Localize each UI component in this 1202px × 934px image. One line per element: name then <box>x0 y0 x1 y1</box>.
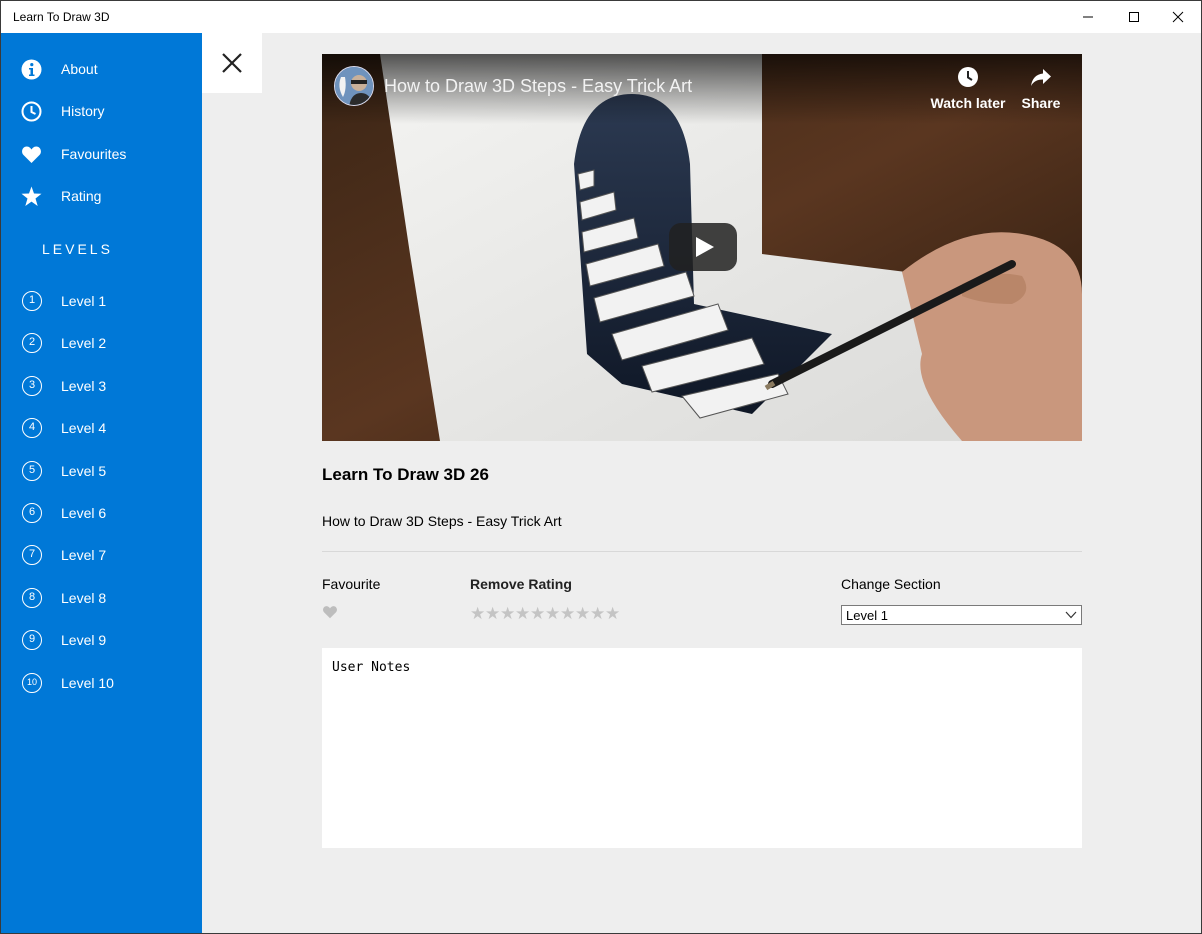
section-select[interactable]: Level 1 <box>841 605 1082 625</box>
clock-icon <box>958 67 978 87</box>
chevron-down-icon <box>1065 611 1077 619</box>
remove-rating-button[interactable]: Remove Rating <box>470 576 572 592</box>
sidebar-item-level-7[interactable]: 7 Level 7 <box>1 537 202 573</box>
minimize-icon <box>1083 16 1093 18</box>
maximize-icon <box>1129 12 1139 22</box>
star-icon[interactable]: ★ <box>515 604 530 624</box>
levels-heading: LEVELS <box>42 241 113 257</box>
level-label: Level 3 <box>61 378 107 394</box>
level-label: Level 6 <box>61 505 107 521</box>
sidebar-item-history[interactable]: History <box>1 91 202 131</box>
level-number-badge: 5 <box>22 461 42 481</box>
close-icon <box>1172 11 1184 23</box>
user-notes-textarea[interactable]: User Notes <box>322 648 1082 848</box>
star-icon[interactable]: ★ <box>590 604 605 624</box>
level-label: Level 10 <box>61 675 114 691</box>
share-icon <box>1031 69 1051 86</box>
sidebar-item-level-5[interactable]: 5 Level 5 <box>1 453 202 489</box>
level-label: Level 4 <box>61 420 107 436</box>
level-label: Level 9 <box>61 632 107 648</box>
sidebar-item-level-1[interactable]: 1 Level 1 <box>1 283 202 319</box>
level-number-badge: 7 <box>22 545 42 565</box>
level-number-badge: 3 <box>22 376 42 396</box>
star-icon[interactable]: ★ <box>605 604 620 624</box>
play-icon[interactable] <box>669 223 737 271</box>
sidebar-item-label: Favourites <box>61 146 127 162</box>
sidebar-item-level-8[interactable]: 8 Level 8 <box>1 580 202 616</box>
star-icon[interactable]: ★ <box>500 604 515 624</box>
star-icon[interactable]: ★ <box>485 604 500 624</box>
section-select-value: Level 1 <box>846 608 888 623</box>
level-label: Level 7 <box>61 547 107 563</box>
sidebar-item-label: About <box>61 61 98 77</box>
sidebar-item-label: Rating <box>61 188 102 204</box>
sidebar-item-favourites[interactable]: Favourites <box>1 134 202 174</box>
title-bar: Learn To Draw 3D <box>1 1 1201 33</box>
level-number-badge: 4 <box>22 418 42 438</box>
star-icon[interactable]: ★ <box>575 604 590 624</box>
watch-later-label: Watch later <box>930 95 1006 111</box>
divider <box>322 551 1082 552</box>
level-number-badge: 1 <box>22 291 42 311</box>
heart-icon[interactable] <box>322 605 338 619</box>
sidebar-item-level-6[interactable]: 6 Level 6 <box>1 495 202 531</box>
channel-avatar[interactable] <box>334 66 374 106</box>
star-icon[interactable]: ★ <box>470 604 485 624</box>
video-player[interactable]: How to Draw 3D Steps - Easy Trick Art Wa… <box>322 54 1082 441</box>
minimize-button[interactable] <box>1065 1 1111 33</box>
star-icon[interactable]: ★ <box>530 604 545 624</box>
sidebar-item-level-3[interactable]: 3 Level 3 <box>1 368 202 404</box>
main-content: How to Draw 3D Steps - Easy Trick Art Wa… <box>202 33 1201 933</box>
star-icon <box>21 186 42 206</box>
app-window: Learn To Draw 3D About History Favourite… <box>0 0 1202 934</box>
favourite-label: Favourite <box>322 576 381 592</box>
info-icon <box>21 59 42 80</box>
share-label: Share <box>1021 95 1061 111</box>
star-icon[interactable]: ★ <box>560 604 575 624</box>
sidebar-item-level-10[interactable]: 10 Level 10 <box>1 665 202 701</box>
video-title[interactable]: How to Draw 3D Steps - Easy Trick Art <box>384 76 692 97</box>
user-notes-text: User Notes <box>332 660 411 675</box>
page-title: Learn To Draw 3D 26 <box>322 465 489 484</box>
sidebar-item-level-2[interactable]: 2 Level 2 <box>1 325 202 361</box>
heart-icon <box>22 146 41 163</box>
sidebar-item-level-9[interactable]: 9 Level 9 <box>1 622 202 658</box>
level-label: Level 5 <box>61 463 107 479</box>
level-label: Level 2 <box>61 335 107 351</box>
clock-icon <box>21 101 42 122</box>
maximize-button[interactable] <box>1111 1 1157 33</box>
level-label: Level 1 <box>61 293 107 309</box>
watch-later-button[interactable]: Watch later <box>928 66 1008 111</box>
sidebar: About History Favourites Rating LEVELS 1… <box>1 33 202 933</box>
sidebar-item-label: History <box>61 103 105 119</box>
close-pane-button[interactable] <box>202 33 262 93</box>
avatar-image <box>335 67 373 105</box>
sidebar-item-level-4[interactable]: 4 Level 4 <box>1 410 202 446</box>
level-number-badge: 2 <box>22 333 42 353</box>
window-title: Learn To Draw 3D <box>13 10 110 24</box>
level-label: Level 8 <box>61 590 107 606</box>
sidebar-item-rating[interactable]: Rating <box>1 176 202 216</box>
change-section-label: Change Section <box>841 576 941 592</box>
level-number-badge: 6 <box>22 503 42 523</box>
star-icon[interactable]: ★ <box>545 604 560 624</box>
sidebar-item-about[interactable]: About <box>1 49 202 89</box>
share-button[interactable]: Share <box>1016 66 1066 111</box>
rating-stars[interactable]: ★ ★ ★ ★ ★ ★ ★ ★ ★ ★ <box>470 604 620 624</box>
level-number-badge: 9 <box>22 630 42 650</box>
level-number-badge: 10 <box>22 673 42 693</box>
level-number-badge: 8 <box>22 588 42 608</box>
page-subtitle: How to Draw 3D Steps - Easy Trick Art <box>322 513 562 529</box>
close-icon <box>222 53 242 73</box>
close-window-button[interactable] <box>1155 1 1201 33</box>
